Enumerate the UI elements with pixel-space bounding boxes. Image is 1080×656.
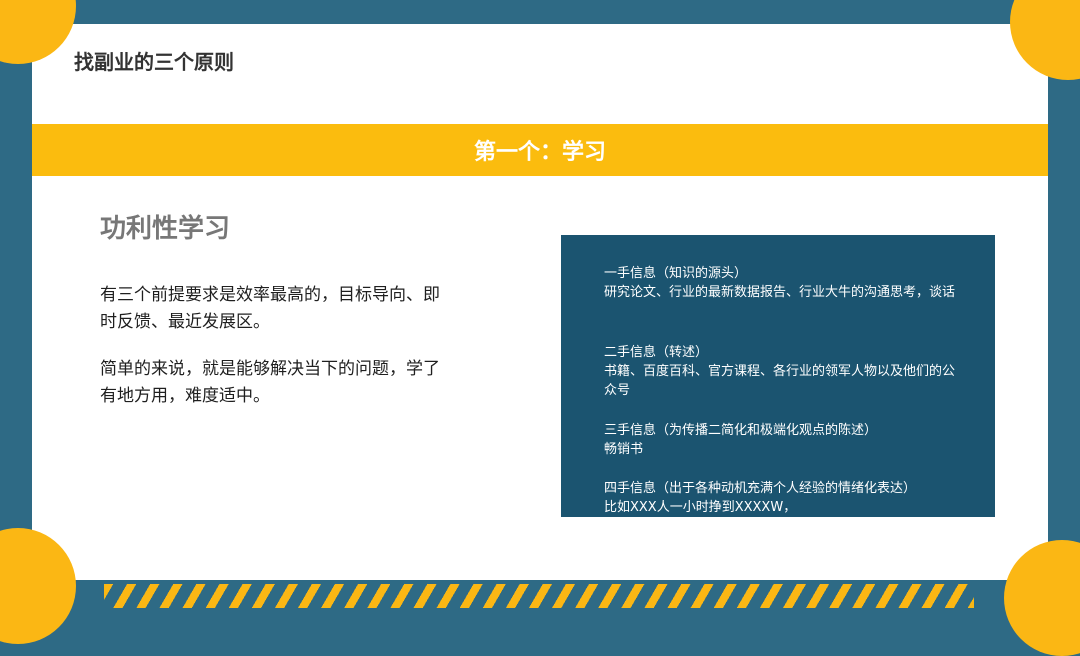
info-group-heading: 四手信息（出于各种动机充满个人经验的情绪化表达） — [604, 481, 917, 496]
info-group-body: 书籍、百度百科、官方课程、各行业的领军人物以及他们的公众号 — [604, 364, 956, 398]
section-banner: 第一个：学习 — [32, 124, 1048, 176]
decor-stripe-band — [104, 584, 974, 608]
info-group-heading: 三手信息（为传播二简化和极端化观点的陈述） — [604, 423, 878, 438]
info-group-first-hand: 一手信息（知识的源头） 研究论文、行业的最新数据报告、行业大牛的沟通思考，谈话 — [604, 264, 964, 302]
section-heading: 功利性学习 — [100, 214, 231, 244]
banner-text: 第一个：学习 — [473, 140, 606, 165]
page-title: 找副业的三个原则 — [74, 50, 234, 74]
paragraph-2: 简单的来说，就是能够解决当下的问题，学了有地方用，难度适中。 — [100, 359, 440, 406]
info-box: 一手信息（知识的源头） 研究论文、行业的最新数据报告、行业大牛的沟通思考，谈话 … — [561, 235, 995, 517]
info-group-fourth-hand: 四手信息（出于各种动机充满个人经验的情绪化表达） 比如XXX人一小时挣到XXXX… — [604, 479, 964, 517]
info-group-second-hand: 二手信息（转述） 书籍、百度百科、官方课程、各行业的领军人物以及他们的公众号 — [604, 343, 964, 400]
info-group-heading: 二手信息（转述） — [604, 345, 709, 360]
info-group-body: 比如XXX人一小时挣到XXXXW， — [604, 500, 797, 515]
paragraph-1: 有三个前提要求是效率最高的，目标导向、即时反馈、最近发展区。 — [100, 285, 440, 332]
info-group-body: 研究论文、行业的最新数据报告、行业大牛的沟通思考，谈话 — [604, 285, 956, 300]
info-group-third-hand: 三手信息（为传播二简化和极端化观点的陈述） 畅销书 — [604, 421, 964, 459]
info-group-body: 畅销书 — [604, 442, 644, 457]
info-group-heading: 一手信息（知识的源头） — [604, 266, 748, 281]
